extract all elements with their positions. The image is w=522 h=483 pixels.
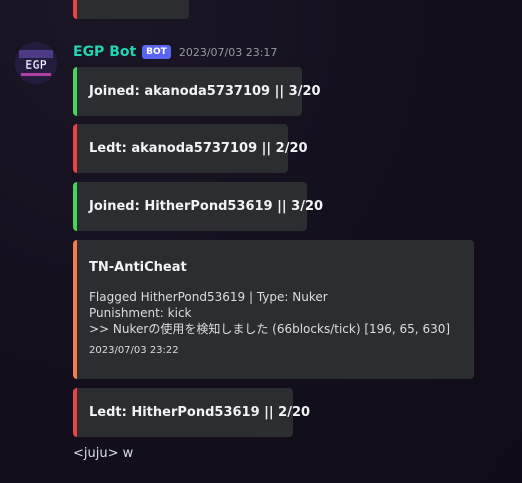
chat-message: <juju> w (73, 446, 134, 461)
avatar[interactable]: EGP (15, 42, 57, 84)
message-header: EGP Bot BOT 2023/07/03 23:17 (73, 42, 277, 62)
embed-left-hitherpond: Ledt: HitherPond53619 || 2/20 (73, 388, 310, 437)
punishment-line: Punishment: kick (89, 306, 192, 320)
embed-title: TN-AntiCheat (89, 260, 187, 275)
egp-logo-icon: EGP (15, 42, 57, 84)
bot-badge: BOT (142, 45, 171, 59)
message-timestamp: 2023/07/03 23:17 (178, 45, 278, 59)
flag-line: Flagged HitherPond53619 | Type: Nuker (89, 290, 328, 304)
embed-description: Flagged HitherPond53619 | Type: Nuker Pu… (89, 289, 462, 337)
embed-text: Joined: akanoda5737109 || 3/20 (89, 84, 321, 99)
detection-line: >> Nukerの使用を検知しました (66blocks/tick) [196,… (89, 322, 451, 336)
previous-embed-partial (73, 0, 189, 19)
author-name[interactable]: EGP Bot (73, 44, 136, 60)
svg-text:EGP: EGP (25, 58, 47, 72)
embed-text: Joined: HitherPond53619 || 3/20 (89, 199, 324, 214)
embed-text: Ledt: HitherPond53619 || 2/20 (89, 405, 311, 420)
embed-left-akanoda: Ledt: akanoda5737109 || 2/20 (73, 124, 308, 173)
embed-joined-hitherpond: Joined: HitherPond53619 || 3/20 (73, 182, 323, 231)
embed-footer-timestamp: 2023/07/03 23:22 (89, 345, 179, 356)
embed-joined-akanoda: Joined: akanoda5737109 || 3/20 (73, 67, 321, 116)
embed-text: Ledt: akanoda5737109 || 2/20 (89, 141, 308, 156)
anticheat-embed: TN-AntiCheat Flagged HitherPond53619 | T… (73, 240, 474, 379)
